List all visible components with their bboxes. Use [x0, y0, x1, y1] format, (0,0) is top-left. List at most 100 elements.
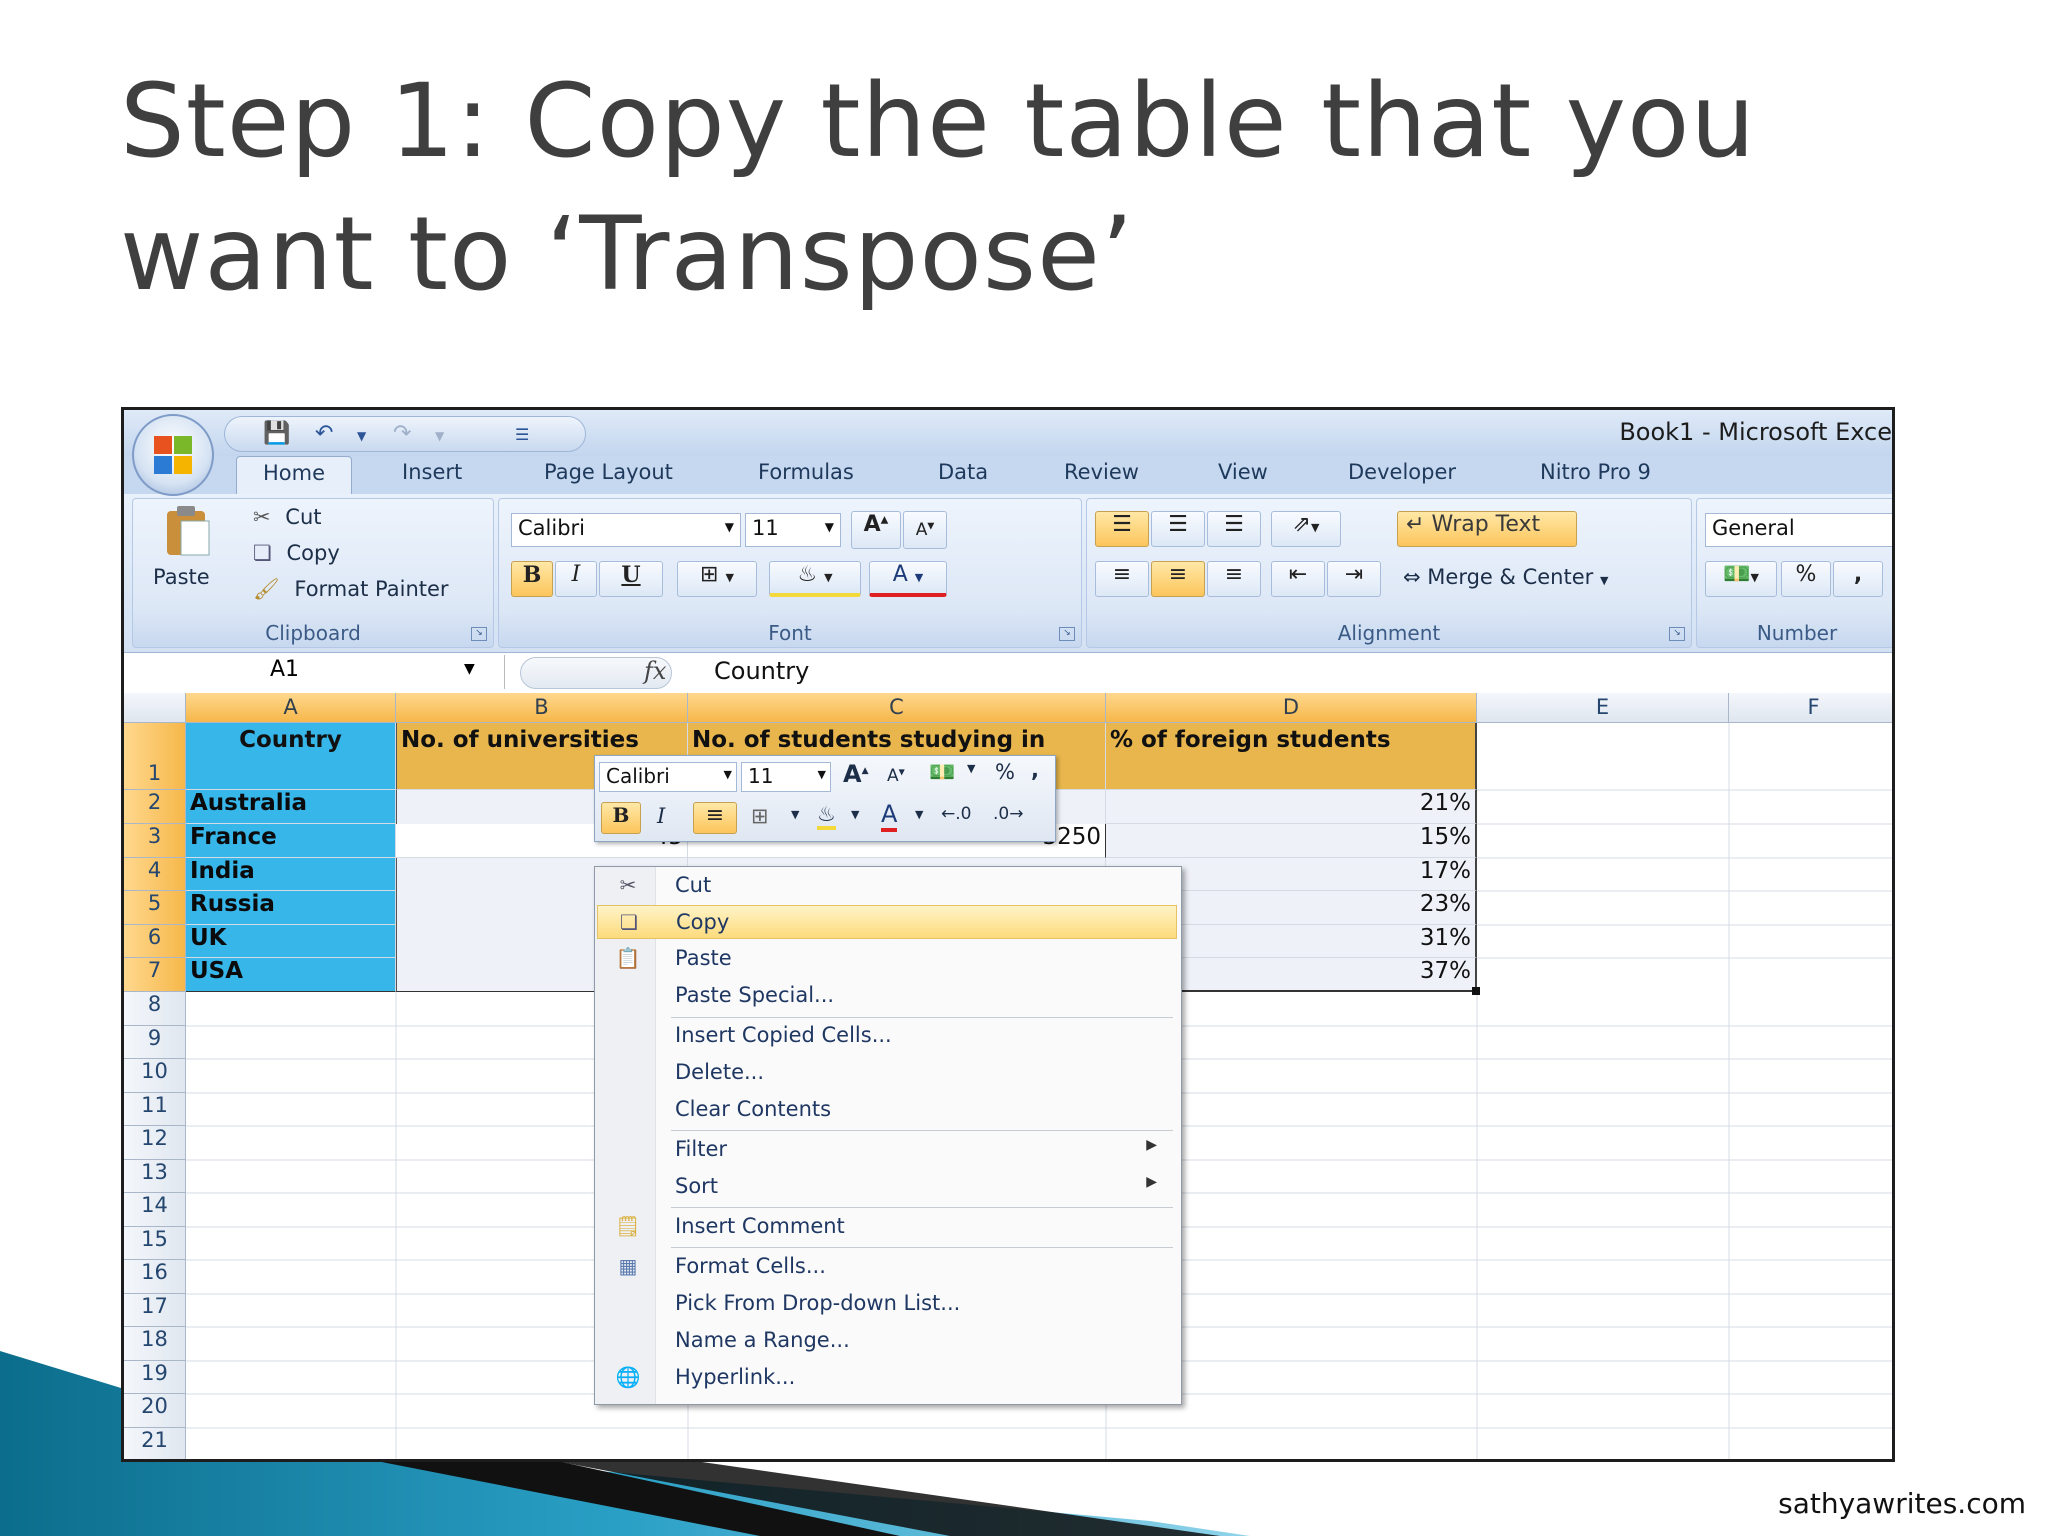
row-header-9[interactable]: 9 — [124, 1026, 186, 1059]
row-header-6[interactable]: 6 — [124, 925, 186, 958]
mini-bold-button[interactable]: B — [601, 802, 641, 834]
menu-item-hyperlink[interactable]: 🌐 Hyperlink... — [597, 1361, 1177, 1395]
chevron-down-icon[interactable]: ▼ — [851, 808, 859, 821]
cell-a1[interactable]: Country — [186, 723, 396, 790]
menu-item-filter[interactable]: Filter ▶ — [597, 1133, 1177, 1167]
row-header-16[interactable]: 16 — [124, 1260, 186, 1294]
grow-font-button[interactable]: A▲ — [851, 511, 901, 549]
paste-button[interactable]: Paste — [145, 503, 231, 603]
menu-item-copy[interactable]: ❏ Copy — [597, 905, 1177, 939]
chevron-down-icon[interactable]: ▼ — [464, 661, 475, 677]
mini-accounting-icon[interactable]: 💵 — [929, 760, 955, 785]
mini-percent-icon[interactable]: % — [995, 760, 1015, 784]
mini-fill-color-icon[interactable]: ♨ — [817, 802, 836, 830]
mini-decrease-decimal-icon[interactable]: .0→ — [993, 804, 1023, 824]
menu-item-clear-contents[interactable]: Clear Contents — [597, 1093, 1177, 1127]
italic-button[interactable]: I — [555, 561, 597, 597]
row-header-5[interactable]: 5 — [124, 891, 186, 925]
row-header-3[interactable]: 3 — [124, 824, 186, 858]
row-header-13[interactable]: 13 — [124, 1160, 186, 1193]
customize-qat-icon[interactable]: ☰ — [515, 425, 529, 444]
tab-data[interactable]: Data — [938, 460, 988, 484]
cell-a2[interactable]: Australia — [186, 790, 396, 824]
column-header-e[interactable]: E — [1477, 693, 1729, 723]
menu-item-insert-comment[interactable]: 🗒 Insert Comment — [597, 1210, 1177, 1244]
row-header-15[interactable]: 15 — [124, 1227, 186, 1260]
borders-button[interactable]: ⊞ ▼ — [677, 561, 757, 597]
column-header-c[interactable]: C — [688, 693, 1106, 723]
font-size-select[interactable]: 11 ▼ — [745, 513, 841, 547]
menu-item-cut[interactable]: ✂ Cut — [597, 869, 1177, 903]
tab-formulas[interactable]: Formulas — [758, 460, 854, 484]
formula-input[interactable]: Country — [714, 657, 809, 685]
mini-font-color-icon[interactable]: A — [881, 800, 898, 832]
tab-developer[interactable]: Developer — [1348, 460, 1456, 484]
row-header-14[interactable]: 14 — [124, 1193, 186, 1227]
font-name-select[interactable]: Calibri ▼ — [511, 513, 741, 547]
chevron-down-icon[interactable]: ▼ — [967, 762, 975, 775]
tab-review[interactable]: Review — [1064, 460, 1139, 484]
menu-item-pick-from-dropdown[interactable]: Pick From Drop-down List... — [597, 1287, 1177, 1321]
fill-handle[interactable] — [1472, 987, 1480, 995]
comma-style-button[interactable]: , — [1833, 561, 1883, 597]
bold-button[interactable]: B — [511, 561, 553, 597]
menu-item-paste-special[interactable]: Paste Special... — [597, 979, 1177, 1013]
cell-d3[interactable]: 15% — [1106, 824, 1477, 858]
mini-font-select[interactable]: Calibri ▼ — [599, 762, 737, 792]
save-icon[interactable]: 💾 — [263, 421, 290, 446]
column-header-a[interactable]: A — [186, 693, 396, 723]
undo-dropdown-icon[interactable]: ▼ — [357, 429, 366, 443]
align-bottom-button[interactable]: ☰ — [1207, 511, 1261, 547]
row-header-21[interactable]: 21 — [124, 1428, 186, 1459]
increase-indent-button[interactable]: ⇥ — [1327, 561, 1381, 597]
cell-a4[interactable]: India — [186, 858, 396, 891]
align-right-button[interactable]: ≡ — [1207, 561, 1261, 597]
row-header-19[interactable]: 19 — [124, 1361, 186, 1394]
mini-italic-button[interactable]: I — [657, 804, 665, 828]
row-header-11[interactable]: 11 — [124, 1093, 186, 1126]
menu-item-name-a-range[interactable]: Name a Range... — [597, 1324, 1177, 1358]
align-center-button[interactable]: ≡ — [1151, 561, 1205, 597]
cell-a5[interactable]: Russia — [186, 891, 396, 925]
tab-home[interactable]: Home — [236, 456, 353, 494]
column-header-b[interactable]: B — [396, 693, 688, 723]
chevron-down-icon[interactable]: ▼ — [915, 808, 923, 821]
tab-insert[interactable]: Insert — [402, 460, 462, 484]
menu-item-sort[interactable]: Sort ▶ — [597, 1170, 1177, 1204]
row-header-8[interactable]: 8 — [124, 992, 186, 1026]
mini-grow-font-icon[interactable]: A▲ — [843, 760, 869, 788]
menu-item-delete[interactable]: Delete... — [597, 1056, 1177, 1090]
mini-comma-icon[interactable]: , — [1031, 758, 1039, 782]
menu-item-paste[interactable]: 📋 Paste — [597, 942, 1177, 976]
office-button[interactable] — [132, 414, 214, 496]
cut-button[interactable]: ✂ Cut — [253, 505, 322, 529]
mini-size-select[interactable]: 11 ▼ — [741, 762, 831, 792]
tab-view[interactable]: View — [1218, 460, 1268, 484]
row-header-17[interactable]: 17 — [124, 1294, 186, 1327]
column-header-f[interactable]: F — [1729, 693, 1892, 723]
cell-a3[interactable]: France — [186, 824, 396, 858]
font-color-button[interactable]: A ▼ — [869, 561, 947, 597]
menu-item-format-cells[interactable]: ▦ Format Cells... — [597, 1250, 1177, 1284]
mini-center-button[interactable]: ≡ — [693, 802, 737, 834]
format-painter-button[interactable]: 🖌 Format Painter — [253, 577, 449, 602]
cell-d1[interactable]: % of foreign students — [1106, 723, 1477, 790]
shrink-font-button[interactable]: A▼ — [903, 511, 947, 549]
mini-borders-icon[interactable]: ⊞ — [751, 804, 769, 828]
dialog-launcher-icon[interactable]: ↘ — [471, 627, 487, 641]
align-top-button[interactable]: ☰ — [1095, 511, 1149, 547]
underline-button[interactable]: U — [599, 561, 663, 597]
row-header-4[interactable]: 4 — [124, 858, 186, 891]
dialog-launcher-icon[interactable]: ↘ — [1059, 627, 1075, 641]
percent-style-button[interactable]: % — [1781, 561, 1831, 597]
accounting-format-button[interactable]: 💵▼ — [1705, 561, 1777, 597]
dialog-launcher-icon[interactable]: ↘ — [1669, 627, 1685, 641]
menu-item-insert-copied-cells[interactable]: Insert Copied Cells... — [597, 1019, 1177, 1053]
orientation-button[interactable]: ⇗▼ — [1271, 511, 1341, 547]
wrap-text-button[interactable]: ↵ Wrap Text — [1397, 511, 1577, 547]
chevron-down-icon[interactable]: ▼ — [791, 808, 799, 821]
number-format-select[interactable]: General — [1705, 513, 1892, 547]
row-header-1[interactable]: 1 — [124, 723, 186, 790]
mini-increase-decimal-icon[interactable]: ←.0 — [941, 804, 971, 824]
undo-icon[interactable]: ↶ — [315, 421, 333, 446]
